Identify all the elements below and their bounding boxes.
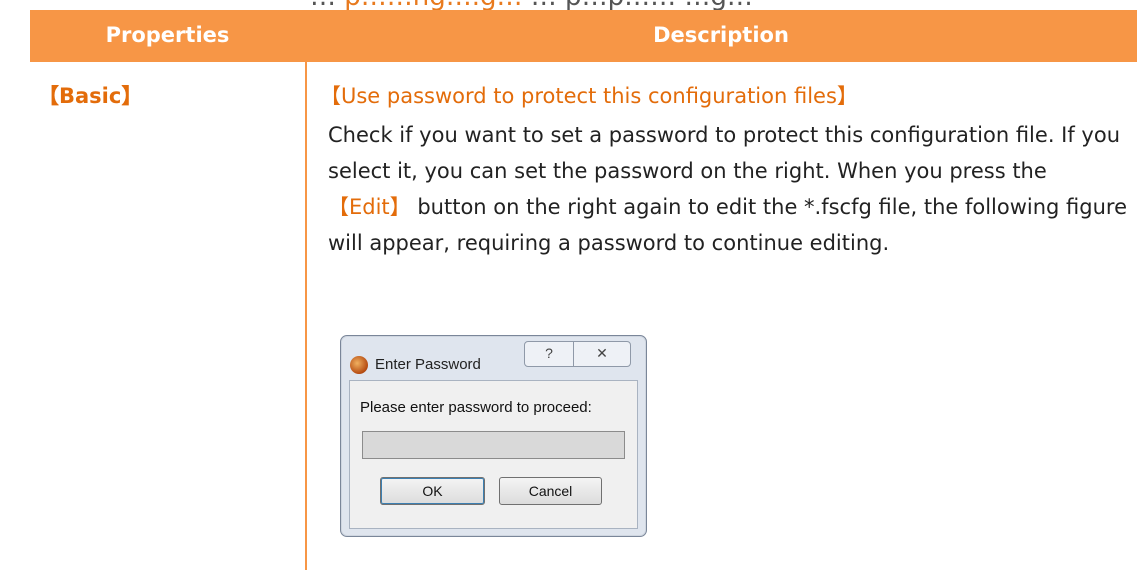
dialog-body: Please enter password to proceed: OK Can… [349, 380, 638, 529]
close-icon[interactable]: ✕ [574, 342, 630, 366]
title-bar-buttons: ? ✕ [524, 341, 631, 367]
header-properties: Properties [105, 23, 230, 47]
property-cell: 【Basic】 [30, 62, 305, 570]
header-description: Description [653, 23, 789, 47]
cropped-previous-line: … p……ng….g… … p…p…… …g… [0, 0, 1137, 10]
edit-keyword: 【Edit】 [328, 195, 411, 219]
option-title: 【Use password to protect this configurat… [320, 84, 858, 108]
table-header: Properties Description [30, 10, 1137, 60]
description-text: Check if you want to set a password to p… [328, 117, 1128, 261]
property-basic: 【Basic】 [38, 84, 143, 108]
cropped-highlight: p……ng….g… [344, 0, 522, 10]
password-input[interactable] [362, 431, 625, 459]
password-prompt: Please enter password to proceed: [360, 399, 592, 416]
cropped-text-tail: … p…p…… …g… [531, 0, 753, 10]
ok-button[interactable]: OK [380, 477, 485, 505]
help-icon[interactable]: ? [525, 342, 574, 366]
enter-password-dialog: Enter Password ? ✕ Please enter password… [340, 335, 647, 537]
cropped-text: … [310, 0, 336, 10]
description-part-1: Check if you want to set a password to p… [328, 123, 1121, 183]
app-icon [350, 356, 368, 374]
dialog-title: Enter Password [375, 356, 481, 373]
column-divider [305, 62, 307, 570]
cancel-button[interactable]: Cancel [499, 477, 602, 505]
description-part-2: button on the right again to edit the *.… [328, 195, 1128, 255]
